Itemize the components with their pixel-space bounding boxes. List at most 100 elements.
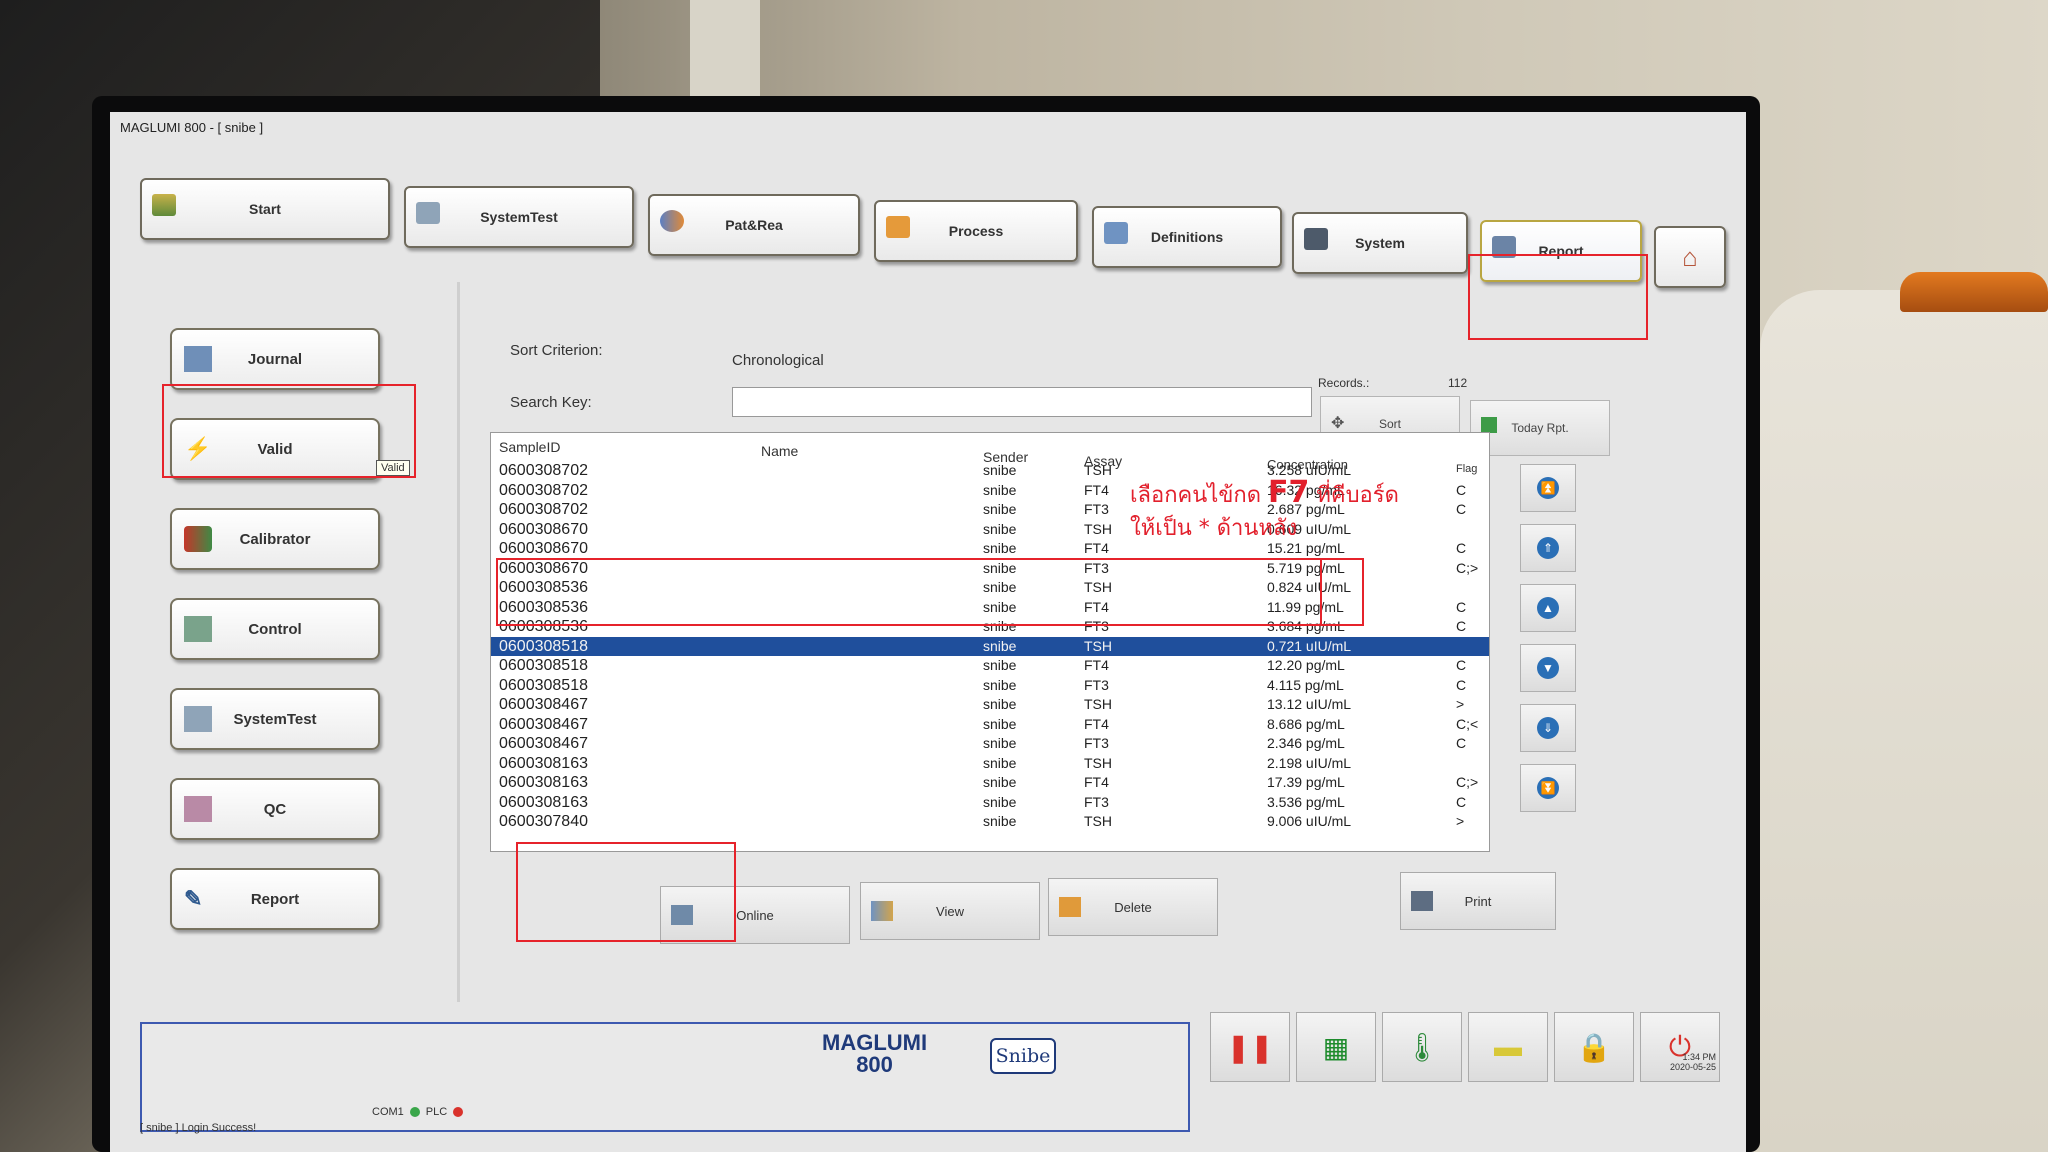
tab-process[interactable]: Process <box>874 200 1078 262</box>
double-up-icon: ⏫ <box>1537 477 1559 499</box>
tab-pat-rea[interactable]: Pat&Rea <box>648 194 860 256</box>
cell-concentration: 13.12 uIU/mL <box>1267 696 1352 712</box>
tab-definitions[interactable]: Definitions <box>1092 206 1282 268</box>
start-icon <box>152 194 176 216</box>
table-row[interactable]: 0600308467 snibe FT4 8.686 pg/mL C;< <box>491 715 1489 735</box>
analyzer-body <box>1760 290 2048 1152</box>
cell-sample-id: 0600308467 <box>499 715 588 733</box>
cell-sender: snibe <box>983 520 1017 537</box>
cell-sender: snibe <box>983 540 1017 556</box>
records-count: 112 <box>1448 376 1468 390</box>
com-status-icon <box>409 1107 420 1118</box>
cell-assay: TSH <box>1084 637 1112 654</box>
cell-sender: snibe <box>983 715 1017 732</box>
tab-system[interactable]: System <box>1292 212 1468 274</box>
cell-sample-id: 0600308467 <box>499 735 588 752</box>
definitions-icon <box>1104 222 1128 244</box>
today-report-button[interactable]: Today Rpt. <box>1470 400 1610 456</box>
sort-value[interactable]: Chronological <box>732 352 824 369</box>
snibe-logo: Snibe <box>990 1038 1056 1074</box>
table-row[interactable]: 0600307840 snibe TSH 9.006 uIU/mL > <box>491 812 1489 832</box>
cell-assay: FT4 <box>1084 657 1109 673</box>
cell-concentration: 3.536 pg/mL <box>1267 793 1345 810</box>
print-button[interactable]: Print <box>1400 872 1556 930</box>
maglumi-logo: MAGLUMI 800 <box>822 1030 928 1077</box>
table-row[interactable]: 0600308163 snibe FT3 3.536 pg/mL C <box>491 793 1489 813</box>
tab-start[interactable]: Start <box>140 178 390 240</box>
printer-icon <box>1411 891 1433 911</box>
table-row[interactable]: 0600308518 snibe FT4 12.20 pg/mL C <box>491 656 1489 676</box>
cell-sender: snibe <box>983 501 1017 517</box>
home-button[interactable]: ⌂ <box>1654 226 1726 288</box>
cell-assay: FT4 <box>1084 715 1109 732</box>
cell-flag: C <box>1456 735 1467 751</box>
page-down-button[interactable]: ⇓ <box>1520 704 1576 752</box>
pen-icon: ✎ <box>184 886 203 911</box>
cell-concentration: 2.198 uIU/mL <box>1267 754 1352 771</box>
page-up-icon: ⇑ <box>1537 537 1559 559</box>
cell-sender: snibe <box>983 676 1017 693</box>
row-up-button[interactable]: ▲ <box>1520 584 1576 632</box>
first-page-button[interactable]: ⏫ <box>1520 464 1576 512</box>
cell-flag: C <box>1456 793 1467 810</box>
cell-flag: > <box>1456 813 1465 829</box>
cell-flag: C <box>1456 540 1467 556</box>
page-up-button[interactable]: ⇑ <box>1520 524 1576 572</box>
lock-button[interactable]: 🔒 <box>1554 1012 1634 1082</box>
menu-journal[interactable]: Journal <box>170 328 380 390</box>
table-row[interactable]: 0600308467 snibe TSH 13.12 uIU/mL > <box>491 695 1489 715</box>
menu-control[interactable]: Control <box>170 598 380 660</box>
cell-assay: TSH <box>1084 696 1112 712</box>
menu-calibrator[interactable]: Calibrator <box>170 508 380 570</box>
cell-sender: snibe <box>983 735 1017 751</box>
cell-sample-id: 0600308518 <box>499 637 588 655</box>
qc-icon <box>184 796 212 822</box>
monitor-icon <box>416 202 440 224</box>
table-row[interactable]: 0600308518 snibe FT3 4.115 pg/mL C <box>491 676 1489 696</box>
cell-flag: C <box>1456 481 1467 498</box>
menu-report[interactable]: ✎ Report <box>170 868 380 930</box>
menu-qc[interactable]: QC <box>170 778 380 840</box>
search-input[interactable] <box>732 387 1312 417</box>
cell-assay: FT4 <box>1084 774 1109 790</box>
records-label: Records.: <box>1318 376 1370 390</box>
tab-systemtest[interactable]: SystemTest <box>404 186 634 248</box>
bottle-icon: ▬ <box>1494 1031 1522 1062</box>
table-row[interactable]: 0600308163 snibe TSH 2.198 uIU/mL <box>491 754 1489 774</box>
cell-flag: > <box>1456 696 1465 712</box>
col-sampleid: SampleID <box>499 439 561 455</box>
table-row[interactable]: 0600308518 snibe TSH 0.721 uIU/mL <box>491 636 1489 656</box>
grid-button[interactable]: ▦ <box>1296 1012 1376 1082</box>
last-page-button[interactable]: ⏬ <box>1520 764 1576 812</box>
search-label: Search Key: <box>510 394 592 411</box>
cell-flag: C <box>1456 676 1467 693</box>
temperature-button[interactable]: 🌡 <box>1382 1012 1462 1082</box>
cell-sample-id: 0600308163 <box>499 774 588 791</box>
double-down-icon: ⏬ <box>1537 777 1559 799</box>
table-row[interactable]: 0600308467 snibe FT3 2.346 pg/mL C <box>491 734 1489 754</box>
arrow-down-icon: ▼ <box>1537 657 1559 679</box>
cell-flag: C;< <box>1456 715 1479 732</box>
cell-assay: TSH <box>1084 754 1112 771</box>
cell-concentration: 17.39 pg/mL <box>1267 774 1345 790</box>
reagent-button[interactable]: ▬ <box>1468 1012 1548 1082</box>
cell-sample-id: 0600308518 <box>499 657 588 674</box>
menu-systemtest[interactable]: SystemTest <box>170 688 380 750</box>
table-row[interactable]: 0600308163 snibe FT4 17.39 pg/mL C;> <box>491 773 1489 793</box>
delete-button[interactable]: Delete <box>1048 878 1218 936</box>
delete-icon <box>1059 897 1081 917</box>
cell-assay: TSH <box>1084 520 1112 537</box>
cell-assay: TSH <box>1084 462 1112 478</box>
cell-concentration: 12.20 pg/mL <box>1267 657 1345 673</box>
col-name: Name <box>761 443 799 459</box>
cell-assay: FT4 <box>1084 481 1109 498</box>
view-button[interactable]: View <box>860 882 1040 940</box>
cell-assay: FT3 <box>1084 501 1109 517</box>
cell-sample-id: 0600308702 <box>499 481 588 499</box>
cell-concentration: 9.006 uIU/mL <box>1267 813 1352 829</box>
row-down-button[interactable]: ▼ <box>1520 644 1576 692</box>
arrow-up-icon: ▲ <box>1537 597 1559 619</box>
cell-assay: FT4 <box>1084 540 1109 556</box>
page-down-icon: ⇓ <box>1537 717 1559 739</box>
pause-button[interactable]: ❚❚ <box>1210 1012 1290 1082</box>
